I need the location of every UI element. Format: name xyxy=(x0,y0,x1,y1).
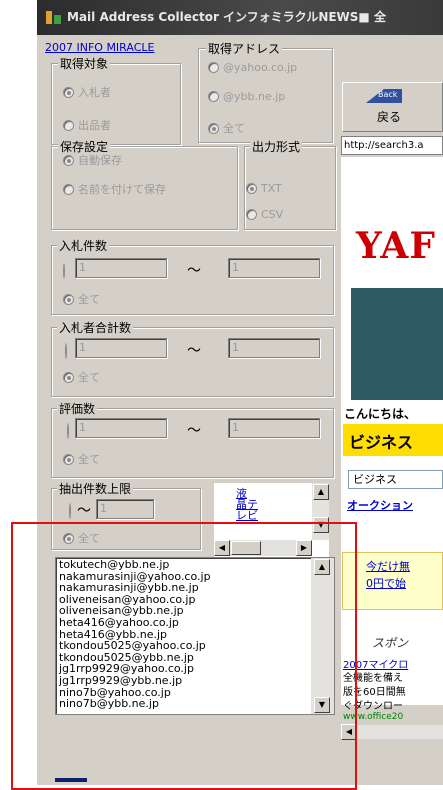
promo-line-2[interactable]: 0円で始 xyxy=(366,575,406,591)
info-miracle-link[interactable]: 2007 INFO MIRACLE xyxy=(45,41,154,54)
radio-save-as-label: 名前を付けて保存 xyxy=(78,183,166,196)
radio-save-as[interactable]: 名前を付けて保存 xyxy=(63,181,166,197)
acquire-target-label: 取得対象 xyxy=(58,55,111,72)
back-label: 戻る xyxy=(377,110,402,124)
greeting-text: こんにちは、 xyxy=(344,407,417,421)
radio-dot-icon xyxy=(208,91,219,102)
extract-limit-range-radio[interactable] xyxy=(69,503,71,519)
promo-line-1[interactable]: 今だけ無 xyxy=(366,558,410,574)
app-icon xyxy=(46,11,61,24)
radio-ybb[interactable]: @ybb.ne.jp xyxy=(208,90,285,103)
radio-seller-label: 出品者 xyxy=(78,119,111,132)
bid-count-max-input[interactable]: 1 xyxy=(228,258,320,278)
scroll-up-icon[interactable]: ▲ xyxy=(313,484,329,500)
banner-ad[interactable] xyxy=(351,288,443,400)
sponsor-label: スポン xyxy=(372,636,409,650)
radio-address-all[interactable]: 全て xyxy=(208,120,245,136)
radio-dot-icon xyxy=(63,453,74,465)
bid-count-all-radio[interactable]: 全て xyxy=(63,291,100,307)
bidder-total-all-radio[interactable]: 全て xyxy=(63,369,100,385)
radio-auto-save-label: 自動保存 xyxy=(78,154,122,167)
radio-dot-icon xyxy=(63,154,74,166)
yahoo-logo[interactable]: YAF xyxy=(356,225,436,267)
rating-min-input[interactable]: 1 xyxy=(75,418,167,438)
radio-dot-icon xyxy=(208,122,219,134)
radio-txt-label: TXT xyxy=(261,182,282,195)
radio-dot-icon xyxy=(208,62,219,73)
bid-count-tilde: ～ xyxy=(187,263,201,279)
radio-auto-save[interactable]: 自動保存 xyxy=(63,152,122,168)
bidder-total-all-label: 全て xyxy=(78,371,100,384)
rating-all-label: 全て xyxy=(78,453,100,466)
bid-count-label: 入札件数 xyxy=(57,237,110,254)
radio-address-all-label: 全て xyxy=(223,122,245,135)
bidder-total-max-input[interactable]: 1 xyxy=(228,338,320,358)
radio-yahoo[interactable]: @yahoo.co.jp xyxy=(208,61,297,74)
address-bar[interactable]: http://search3.a xyxy=(341,136,443,155)
extract-limit-tilde: ～ xyxy=(77,503,91,519)
bidder-total-min-input[interactable]: 1 xyxy=(75,338,167,358)
radio-yahoo-label: @yahoo.co.jp xyxy=(223,61,298,74)
radio-dot-icon xyxy=(246,209,257,220)
radio-dot-icon xyxy=(63,119,74,131)
rating-all-radio[interactable]: 全て xyxy=(63,451,100,467)
bid-count-min-input[interactable]: 1 xyxy=(75,258,167,278)
bid-count-range-radio[interactable] xyxy=(63,263,65,279)
side-link-3[interactable]: レビ xyxy=(236,510,258,521)
rating-max-input[interactable]: 1 xyxy=(228,418,320,438)
output-format-label: 出力形式 xyxy=(250,138,303,155)
highlight-box xyxy=(11,522,357,790)
radio-dot-icon xyxy=(246,183,257,194)
bid-count-all-label: 全て xyxy=(78,293,100,306)
radio-dot-icon xyxy=(63,293,74,305)
back-badge: Back xyxy=(378,90,398,99)
radio-seller[interactable]: 出品者 xyxy=(63,117,111,133)
rating-tilde: ～ xyxy=(187,423,201,439)
bidder-total-range-radio[interactable] xyxy=(65,343,67,359)
business-title: ビジネス xyxy=(349,433,414,452)
extract-limit-input[interactable]: 1 xyxy=(96,499,154,519)
radio-bidder[interactable]: 入札者 xyxy=(63,84,111,100)
radio-csv-label: CSV xyxy=(261,208,284,221)
radio-csv[interactable]: CSV xyxy=(246,208,283,221)
extract-limit-label: 抽出件数上限 xyxy=(57,480,134,497)
auction-link[interactable]: オークション xyxy=(347,497,413,513)
radio-txt[interactable]: TXT xyxy=(246,182,282,195)
acquire-address-label: 取得アドレス xyxy=(206,40,283,57)
bidder-total-tilde: ～ xyxy=(187,343,201,359)
category-dropdown[interactable]: ビジネス xyxy=(348,470,443,489)
rating-label: 評価数 xyxy=(57,400,98,417)
radio-dot-icon xyxy=(63,86,74,98)
radio-bidder-label: 入札者 xyxy=(78,86,111,99)
window-title: Mail Address Collector インフォミラクルNEWS■ 全 xyxy=(37,0,443,35)
rating-range-radio[interactable] xyxy=(67,423,69,439)
radio-dot-icon xyxy=(63,371,74,383)
radio-dot-icon xyxy=(63,183,74,195)
radio-ybb-label: @ybb.ne.jp xyxy=(223,90,286,103)
bidder-total-label: 入札者合計数 xyxy=(57,319,134,336)
